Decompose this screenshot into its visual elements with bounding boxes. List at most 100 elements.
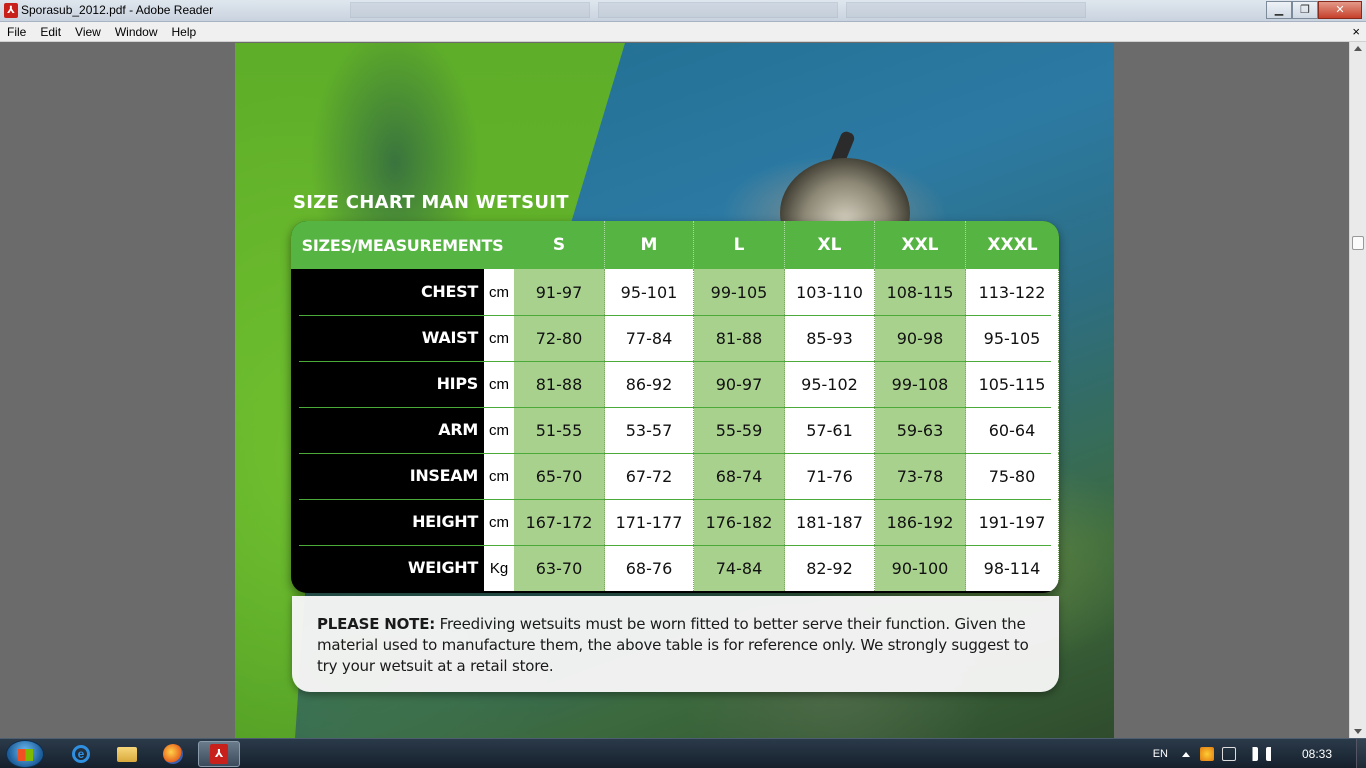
table-cell: 95-102 [785, 361, 875, 407]
show-desktop-button[interactable] [1356, 739, 1366, 768]
table-cell: 91-97 [514, 269, 605, 315]
menu-view[interactable]: View [68, 25, 108, 39]
measurement-unit: cm [484, 499, 514, 545]
table-cell: 68-74 [694, 453, 785, 499]
table-cell: 98-114 [966, 545, 1059, 591]
window-controls: ▁ ❐ ✕ [1266, 1, 1362, 19]
menu-window[interactable]: Window [108, 25, 165, 39]
table-cell: 90-97 [694, 361, 785, 407]
table-cell: 67-72 [605, 453, 694, 499]
table-cell: 74-84 [694, 545, 785, 591]
table-cell: 82-92 [785, 545, 875, 591]
background-windows [350, 2, 1086, 20]
size-chart-table: SIZES/MEASUREMENTS S M L XL XXL XXXL CHEST cm 9… [291, 221, 1059, 593]
note-box: PLEASE NOTE: Freediving wetsuits must be… [292, 596, 1059, 692]
menu-help[interactable]: Help [165, 25, 204, 39]
table-cell: 191-197 [966, 499, 1059, 545]
table-cell: 75-80 [966, 453, 1059, 499]
size-header-m: M [605, 221, 694, 269]
table-cell: 51-55 [514, 407, 605, 453]
window-title: Sporasub_2012.pdf - Adobe Reader [21, 3, 214, 17]
clock[interactable]: 08:33 [1302, 747, 1332, 761]
windows-logo-icon [18, 749, 33, 761]
measurement-label: ARM [438, 420, 478, 439]
row-divider [299, 545, 1051, 546]
table-row: INSEAM cm 65-70 67-72 68-74 71-76 73-78 75-80 [291, 453, 1059, 499]
folder-icon [117, 746, 137, 762]
show-hidden-icons-icon[interactable] [1181, 751, 1190, 757]
table-cell: 59-63 [875, 407, 966, 453]
language-indicator[interactable]: EN [1153, 748, 1168, 760]
size-header-xl: XL [785, 221, 875, 269]
pdf-icon: ⅄ [210, 744, 228, 764]
table-cell: 95-105 [966, 315, 1059, 361]
table-cell: 68-76 [605, 545, 694, 591]
table-cell: 57-61 [785, 407, 875, 453]
table-cell: 77-84 [605, 315, 694, 361]
row-divider [299, 361, 1051, 362]
taskbar-internet-explorer[interactable]: e [60, 741, 102, 767]
table-row: CHEST cm 91-97 95-101 99-105 103-110 108-115 11… [291, 269, 1059, 315]
network-signal-icon[interactable] [1243, 747, 1258, 761]
scroll-down-arrow-icon[interactable] [1354, 729, 1362, 734]
measurement-label: WEIGHT [407, 558, 478, 577]
row-divider [299, 407, 1051, 408]
measurement-unit: cm [484, 361, 514, 407]
menu-edit[interactable]: Edit [33, 25, 68, 39]
table-cell: 99-105 [694, 269, 785, 315]
table-cell: 63-70 [514, 545, 605, 591]
table-row: ARM cm 51-55 53-57 55-59 57-61 59-63 60-64 [291, 407, 1059, 453]
measurement-unit: cm [484, 269, 514, 315]
volume-icon[interactable] [1265, 747, 1280, 761]
maximize-button[interactable]: ❐ [1292, 1, 1318, 19]
table-cell: 181-187 [785, 499, 875, 545]
table-cell: 90-100 [875, 545, 966, 591]
close-button[interactable]: ✕ [1318, 1, 1362, 19]
tray-device-icon[interactable] [1221, 747, 1236, 761]
measurement-label: CHEST [420, 282, 478, 301]
row-divider [299, 453, 1051, 454]
row-divider [299, 499, 1051, 500]
table-cell: 53-57 [605, 407, 694, 453]
table-cell: 81-88 [694, 315, 785, 361]
taskbar-file-explorer[interactable] [106, 741, 148, 767]
pdf-page: SIZE CHART MAN WETSUIT SIZES/MEASUREMENT… [235, 43, 1114, 738]
table-cell: 167-172 [514, 499, 605, 545]
menu-file[interactable]: File [0, 25, 33, 39]
table-cell: 171-177 [605, 499, 694, 545]
table-cell: 186-192 [875, 499, 966, 545]
vertical-scrollbar[interactable] [1349, 42, 1366, 738]
table-row: HIPS cm 81-88 86-92 90-97 95-102 99-108 105-115 [291, 361, 1059, 407]
taskbar-adobe-reader[interactable]: ⅄ [198, 741, 240, 767]
table-row: WAIST cm 72-80 77-84 81-88 85-93 90-98 95-105 [291, 315, 1059, 361]
size-header-s: S [514, 221, 605, 269]
ie-icon: e [72, 745, 90, 763]
scroll-up-arrow-icon[interactable] [1354, 46, 1362, 51]
table-cell: 99-108 [875, 361, 966, 407]
measurement-unit: cm [484, 453, 514, 499]
measurement-unit: cm [484, 407, 514, 453]
measurement-label: INSEAM [409, 466, 479, 485]
table-cell: 72-80 [514, 315, 605, 361]
table-row: HEIGHT cm 167-172 171-177 176-182 181-187 186-… [291, 499, 1059, 545]
table-row: WEIGHT Kg 63-70 68-76 74-84 82-92 90-100 98-114 [291, 545, 1059, 591]
table-cell: 86-92 [605, 361, 694, 407]
size-table-header: SIZES/MEASUREMENTS S M L XL XXL XXXL [291, 221, 1059, 269]
tray-app-icon[interactable] [1199, 747, 1214, 761]
table-cell: 113-122 [966, 269, 1059, 315]
close-document-button[interactable]: × [1352, 24, 1360, 39]
firefox-icon [163, 744, 183, 764]
size-chart-title: SIZE CHART MAN WETSUIT [293, 192, 569, 213]
minimize-button[interactable]: ▁ [1266, 1, 1292, 19]
title-bar: ⅄ Sporasub_2012.pdf - Adobe Reader ▁ ❐ ✕ [0, 0, 1366, 22]
measurement-unit: cm [484, 315, 514, 361]
taskbar-firefox[interactable] [152, 741, 194, 767]
note-text: PLEASE NOTE: Freediving wetsuits must be… [317, 614, 1035, 677]
table-cell: 71-76 [785, 453, 875, 499]
start-button[interactable] [6, 740, 44, 768]
measurement-label: WAIST [421, 328, 479, 347]
table-cell: 65-70 [514, 453, 605, 499]
scrollbar-thumb[interactable] [1352, 236, 1364, 250]
table-cell: 105-115 [966, 361, 1059, 407]
table-cell: 90-98 [875, 315, 966, 361]
